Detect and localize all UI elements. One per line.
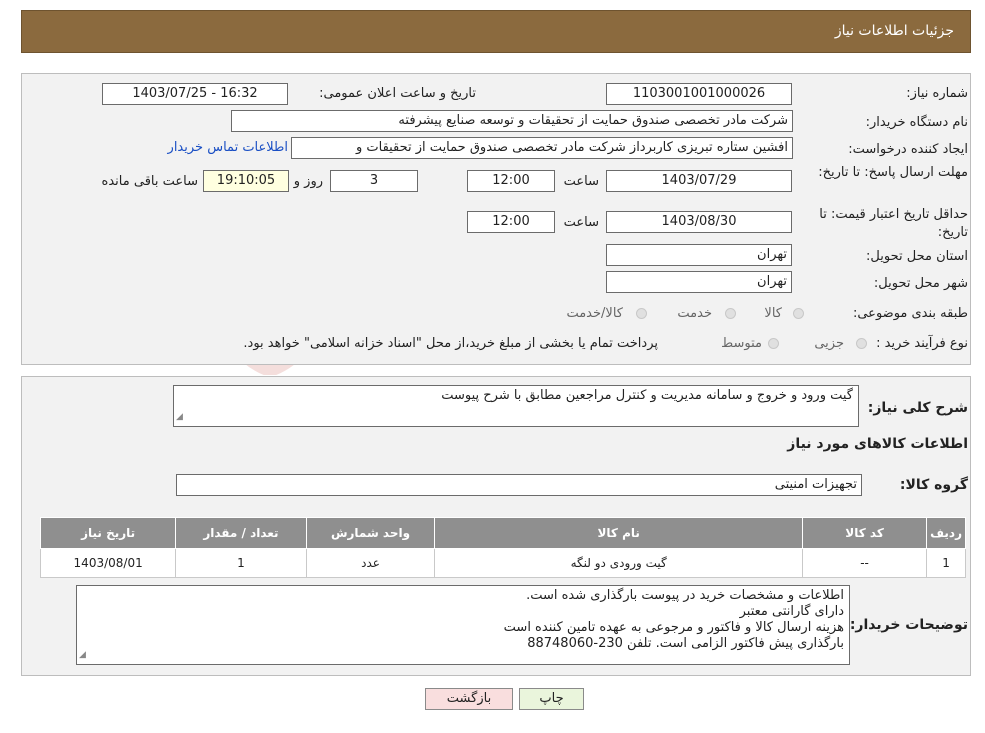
print-button[interactable]: چاپ bbox=[519, 688, 584, 710]
validity-date-field: 1403/08/30 bbox=[606, 211, 792, 233]
validity-label: حداقل تاریخ اعتبار قیمت: تا تاریخ: bbox=[819, 207, 968, 240]
col-date: تاریخ نیاز bbox=[39, 517, 177, 549]
remaining-time-field: 19:10:05 bbox=[203, 170, 289, 192]
cell-code: -- bbox=[801, 548, 928, 578]
description-label: شرح کلی نیاز: bbox=[867, 400, 968, 416]
description-textarea: گیت ورود و خروج و سامانه مدیریت و کنترل … bbox=[173, 385, 859, 427]
buyer-contact-link[interactable]: اطلاعات تماس خریدار bbox=[168, 140, 288, 155]
announce-label: تاریخ و ساعت اعلان عمومی: bbox=[319, 86, 476, 101]
category-radio-goods[interactable] bbox=[793, 308, 804, 319]
deadline-time-label: ساعت bbox=[563, 174, 599, 189]
buyer-note-line: بارگذاری پیش فاکتور الزامی است. تلفن 230… bbox=[527, 636, 844, 651]
col-code: کد کالا bbox=[801, 517, 928, 549]
creator-label: ایجاد کننده درخواست: bbox=[848, 142, 968, 157]
category-radio-goods-service[interactable] bbox=[636, 308, 647, 319]
deadline-time-field: 12:00 bbox=[467, 170, 555, 192]
process-radio-minor[interactable] bbox=[856, 338, 867, 349]
cell-unit: عدد bbox=[305, 548, 436, 578]
buyer-note-line: هزینه ارسال کالا و فاکتور و مرجوعی به عه… bbox=[503, 620, 844, 635]
process-note: پرداخت تمام یا بخشی از مبلغ خرید،از محل … bbox=[243, 336, 658, 351]
city-field: تهران bbox=[606, 271, 792, 293]
buyer-note-line: اطلاعات و مشخصات خرید در پیوست بارگذاری … bbox=[526, 588, 844, 603]
days-label: روز و bbox=[293, 174, 323, 189]
buyer-note-line: دارای گارانتی معتبر bbox=[739, 604, 844, 619]
table-row: 1 -- گیت ورودی دو لنگه عدد 1 1403/08/01 bbox=[39, 548, 966, 578]
announce-datetime-field: 1403/07/25 - 16:32 bbox=[102, 83, 288, 105]
process-label: نوع فرآیند خرید : bbox=[876, 336, 968, 351]
goods-group-field: تجهیزات امنیتی bbox=[176, 474, 862, 496]
remaining-label: ساعت باقی مانده bbox=[101, 174, 198, 189]
need-number-field: 1103001001000026 bbox=[606, 83, 792, 105]
cell-date: 1403/08/01 bbox=[39, 548, 177, 578]
col-row: ردیف bbox=[926, 517, 966, 549]
goods-group-label: گروه کالا: bbox=[899, 477, 968, 493]
col-qty: تعداد / مقدار bbox=[175, 517, 307, 549]
page-header: جزئیات اطلاعات نیاز bbox=[21, 10, 971, 53]
col-name: نام کالا bbox=[434, 517, 803, 549]
deadline-date-field: 1403/07/29 bbox=[606, 170, 792, 192]
category-label-goods-service: کالا/خدمت bbox=[566, 306, 623, 321]
description-text: گیت ورود و خروج و سامانه مدیریت و کنترل … bbox=[441, 388, 853, 403]
province-field: تهران bbox=[606, 244, 792, 266]
resize-grip-icon: ◢ bbox=[79, 650, 86, 660]
need-number-label: شماره نیاز: bbox=[906, 86, 968, 101]
category-label-goods: کالا bbox=[764, 306, 782, 321]
cell-qty: 1 bbox=[175, 548, 307, 578]
city-label: شهر محل تحویل: bbox=[873, 276, 968, 291]
process-label-medium: متوسط bbox=[721, 336, 762, 351]
buyer-name-field: شرکت مادر تخصصی صندوق حمایت از تحقیقات و… bbox=[231, 110, 793, 132]
buyer-notes-label: توضیحات خریدار: bbox=[849, 617, 968, 633]
page-title: جزئیات اطلاعات نیاز bbox=[834, 23, 954, 39]
goods-table-header: ردیف کد کالا نام کالا واحد شمارش تعداد /… bbox=[39, 517, 966, 549]
goods-section-title: اطلاعات کالاهای مورد نیاز bbox=[787, 436, 968, 452]
process-radio-medium[interactable] bbox=[768, 338, 779, 349]
col-unit: واحد شمارش bbox=[305, 517, 436, 549]
validity-time-field: 12:00 bbox=[467, 211, 555, 233]
days-field: 3 bbox=[330, 170, 418, 192]
deadline-label: مهلت ارسال پاسخ: تا تاریخ: bbox=[818, 165, 968, 180]
province-label: استان محل تحویل: bbox=[866, 249, 968, 264]
category-label: طبقه بندی موضوعی: bbox=[852, 306, 968, 321]
process-label-minor: جزیی bbox=[814, 336, 844, 351]
cell-row: 1 bbox=[926, 548, 966, 578]
cell-name: گیت ورودی دو لنگه bbox=[434, 548, 803, 578]
category-radio-service[interactable] bbox=[725, 308, 736, 319]
validity-time-label: ساعت bbox=[563, 215, 599, 230]
goods-table: ردیف کد کالا نام کالا واحد شمارش تعداد /… bbox=[39, 517, 966, 578]
buyer-label: نام دستگاه خریدار: bbox=[865, 115, 968, 130]
back-button[interactable]: بازگشت bbox=[425, 688, 513, 710]
category-label-service: خدمت bbox=[677, 306, 712, 321]
creator-field: افشین ستاره تبریزی کاربرداز شرکت مادر تخ… bbox=[291, 137, 793, 159]
buyer-notes-textarea: اطلاعات و مشخصات خرید در پیوست بارگذاری … bbox=[76, 585, 850, 665]
resize-grip-icon: ◢ bbox=[176, 412, 183, 422]
